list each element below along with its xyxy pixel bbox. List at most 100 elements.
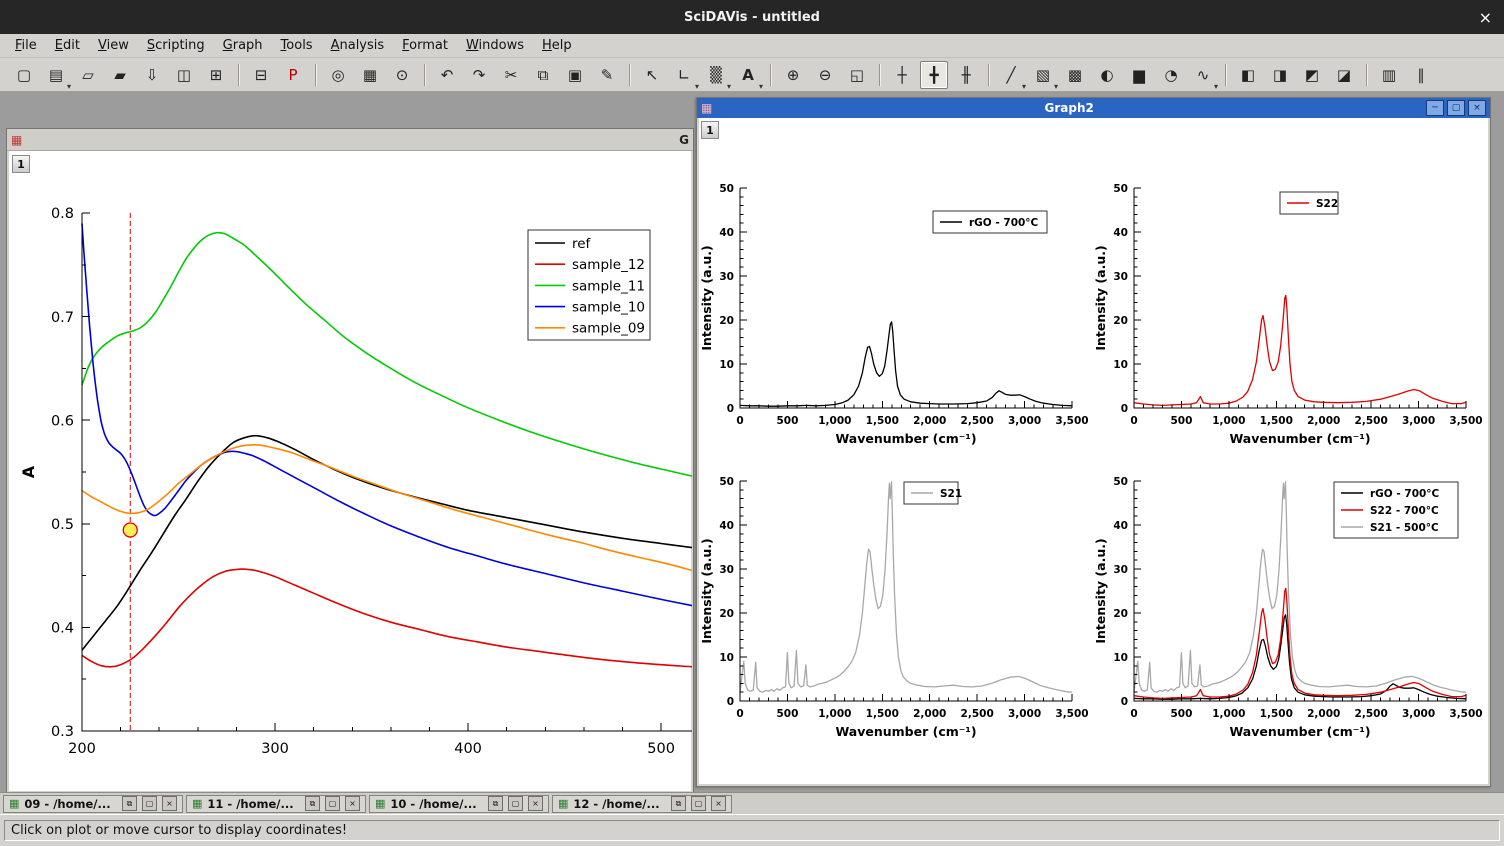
menu-file[interactable]: File bbox=[6, 35, 46, 56]
window-restore-button[interactable]: ▢ bbox=[1447, 100, 1465, 116]
tab-11[interactable]: ▦11 - /home/...⧉▢× bbox=[186, 795, 366, 813]
add-column-button[interactable]: ∥ bbox=[1407, 61, 1435, 89]
chevron-down-icon[interactable]: ▾ bbox=[67, 82, 71, 91]
plot3d-surface-button[interactable]: ◪ bbox=[1330, 61, 1358, 89]
screen-reader-button[interactable]: ┼ bbox=[888, 61, 916, 89]
window-close-button[interactable]: × bbox=[1468, 100, 1486, 116]
export-pdf-button[interactable]: P bbox=[279, 61, 307, 89]
tab-close-button[interactable]: × bbox=[711, 796, 726, 811]
svg-text:50: 50 bbox=[1113, 476, 1128, 488]
new-table-button[interactable]: ▦ bbox=[356, 61, 384, 89]
menu-help[interactable]: Help bbox=[533, 35, 581, 56]
undo-button[interactable]: ↶ bbox=[433, 61, 461, 89]
show-table-columns-button[interactable]: ▥ bbox=[1375, 61, 1403, 89]
add-image-button[interactable]: ▩ bbox=[1061, 61, 1089, 89]
cut-selection-button[interactable]: ✂ bbox=[497, 61, 525, 89]
plot3d-trajectory-button[interactable]: ◩ bbox=[1298, 61, 1326, 89]
tab-maximize-button[interactable]: ▢ bbox=[142, 796, 157, 811]
lock-toolbars-button[interactable]: ⊙ bbox=[388, 61, 416, 89]
zoom-out-icon: ⊖ bbox=[819, 66, 832, 84]
app-close-icon[interactable]: × bbox=[1479, 0, 1492, 34]
draw-line-button[interactable]: ╱▾ bbox=[997, 61, 1025, 89]
app-title: SciDAVis - untitled bbox=[684, 10, 820, 25]
edit-function-button[interactable]: ✎ bbox=[593, 61, 621, 89]
menu-tools[interactable]: Tools bbox=[272, 35, 322, 56]
raman-chart-overlay[interactable]: 05001,0001,5002,0002,5003,0003,500010203… bbox=[1094, 418, 1486, 753]
menu-analysis[interactable]: Analysis bbox=[322, 35, 394, 56]
data-reader-button[interactable]: ╋ bbox=[920, 61, 948, 89]
svg-text:20: 20 bbox=[1113, 315, 1128, 327]
tab-10[interactable]: ▦10 - /home/...⧉▢× bbox=[369, 795, 549, 813]
raman-chart-rgo700[interactable]: 05001,0001,5002,0002,5003,0003,500010203… bbox=[700, 125, 1093, 460]
tab-maximize-button[interactable]: ▢ bbox=[508, 796, 523, 811]
chevron-down-icon[interactable]: ▾ bbox=[1214, 82, 1218, 91]
save-project-as-button[interactable]: ⊞ bbox=[202, 61, 230, 89]
menu-graph[interactable]: Graph bbox=[214, 35, 272, 56]
chevron-down-icon[interactable]: ▾ bbox=[759, 82, 763, 91]
tab-restore-button[interactable]: ⧉ bbox=[671, 796, 686, 811]
graph1-titlebar[interactable]: ▦ G bbox=[7, 129, 693, 151]
raman-chart-s21[interactable]: 05001,0001,5002,0002,5003,0003,500010203… bbox=[700, 418, 1093, 753]
tab-maximize-button[interactable]: ▢ bbox=[325, 796, 340, 811]
save-project-button[interactable]: ◫ bbox=[170, 61, 198, 89]
tab-restore-button[interactable]: ⧉ bbox=[122, 796, 137, 811]
chevron-down-icon[interactable]: ▾ bbox=[1022, 82, 1026, 91]
graph1-layer-button[interactable]: 1 bbox=[12, 155, 30, 173]
plot3d-ribbon-button[interactable]: ◧ bbox=[1234, 61, 1262, 89]
tab-09[interactable]: ▦09 - /home/...⧉▢× bbox=[3, 795, 183, 813]
pointer-button[interactable]: ↖ bbox=[638, 61, 666, 89]
chevron-down-icon[interactable]: ▾ bbox=[727, 82, 731, 91]
tab-12[interactable]: ▦12 - /home/...⧉▢× bbox=[552, 795, 732, 813]
scales-button[interactable]: ∟▾ bbox=[670, 61, 698, 89]
svg-text:0: 0 bbox=[1130, 708, 1137, 720]
new-aspect-button[interactable]: ▤▾ bbox=[42, 61, 70, 89]
tab-maximize-button[interactable]: ▢ bbox=[691, 796, 706, 811]
menu-scripting[interactable]: Scripting bbox=[138, 35, 214, 56]
paste-selection-button[interactable]: ▣ bbox=[561, 61, 589, 89]
tab-restore-button[interactable]: ⧉ bbox=[305, 796, 320, 811]
menu-format[interactable]: Format bbox=[393, 35, 457, 56]
tab-restore-button[interactable]: ⧉ bbox=[488, 796, 503, 811]
chevron-down-icon[interactable]: ▾ bbox=[695, 82, 699, 91]
add-text-button[interactable]: A▾ bbox=[734, 61, 762, 89]
svg-text:500: 500 bbox=[776, 708, 798, 720]
graph2-layer-button[interactable]: 1 bbox=[701, 121, 719, 139]
color-map-button[interactable]: ▧▾ bbox=[1029, 61, 1057, 89]
menu-windows[interactable]: Windows bbox=[457, 35, 533, 56]
svg-text:sample_10: sample_10 bbox=[572, 299, 645, 315]
tab-close-button[interactable]: × bbox=[528, 796, 543, 811]
zoom-in-button[interactable]: ⊕ bbox=[779, 61, 807, 89]
new-project-button[interactable]: ▢ bbox=[10, 61, 38, 89]
rescale-to-show-all-button[interactable]: ◱ bbox=[843, 61, 871, 89]
uvvis-chart[interactable]: 2003004005000.30.40.50.60.70.8Arefsample… bbox=[8, 150, 692, 792]
tab-close-button[interactable]: × bbox=[345, 796, 360, 811]
plot-globe-button[interactable]: ◐ bbox=[1093, 61, 1121, 89]
tab-close-button[interactable]: × bbox=[162, 796, 177, 811]
plot-histogram-button[interactable]: ▆ bbox=[1125, 61, 1153, 89]
add-column-icon: ∥ bbox=[1417, 66, 1425, 84]
menu-view[interactable]: View bbox=[89, 35, 138, 56]
toolbar-separator bbox=[238, 64, 239, 86]
import-ascii-button[interactable]: ⇩ bbox=[138, 61, 166, 89]
open-template-button[interactable]: ▰ bbox=[106, 61, 134, 89]
chevron-down-icon[interactable]: ▾ bbox=[1054, 82, 1058, 91]
redo-button[interactable]: ↷ bbox=[465, 61, 493, 89]
print-preview-button[interactable]: ◎ bbox=[324, 61, 352, 89]
svg-text:rGO - 700°C: rGO - 700°C bbox=[969, 217, 1039, 229]
plot-pie-button[interactable]: ◔ bbox=[1157, 61, 1185, 89]
grid-button[interactable]: ▒▾ bbox=[702, 61, 730, 89]
print-button[interactable]: ⊟ bbox=[247, 61, 275, 89]
plot-wizard-button[interactable]: ∿▾ bbox=[1189, 61, 1217, 89]
menu-edit[interactable]: Edit bbox=[46, 35, 89, 56]
copy-selection-button[interactable]: ⧉ bbox=[529, 61, 557, 89]
window-minimize-button[interactable]: ─ bbox=[1426, 100, 1444, 116]
graph2-titlebar[interactable]: ▦ Graph2 ─▢× bbox=[697, 98, 1490, 118]
zoom-out-button[interactable]: ⊖ bbox=[811, 61, 839, 89]
raman-chart-s22[interactable]: 05001,0001,5002,0002,5003,0003,500010203… bbox=[1094, 125, 1487, 460]
open-project-button[interactable]: ▱ bbox=[74, 61, 102, 89]
select-data-range-button[interactable]: ╫ bbox=[952, 61, 980, 89]
svg-text:40: 40 bbox=[1113, 227, 1128, 239]
svg-text:40: 40 bbox=[719, 227, 734, 239]
app-titlebar[interactable]: SciDAVis - untitled × bbox=[0, 0, 1504, 34]
plot3d-bars-button[interactable]: ◨ bbox=[1266, 61, 1294, 89]
